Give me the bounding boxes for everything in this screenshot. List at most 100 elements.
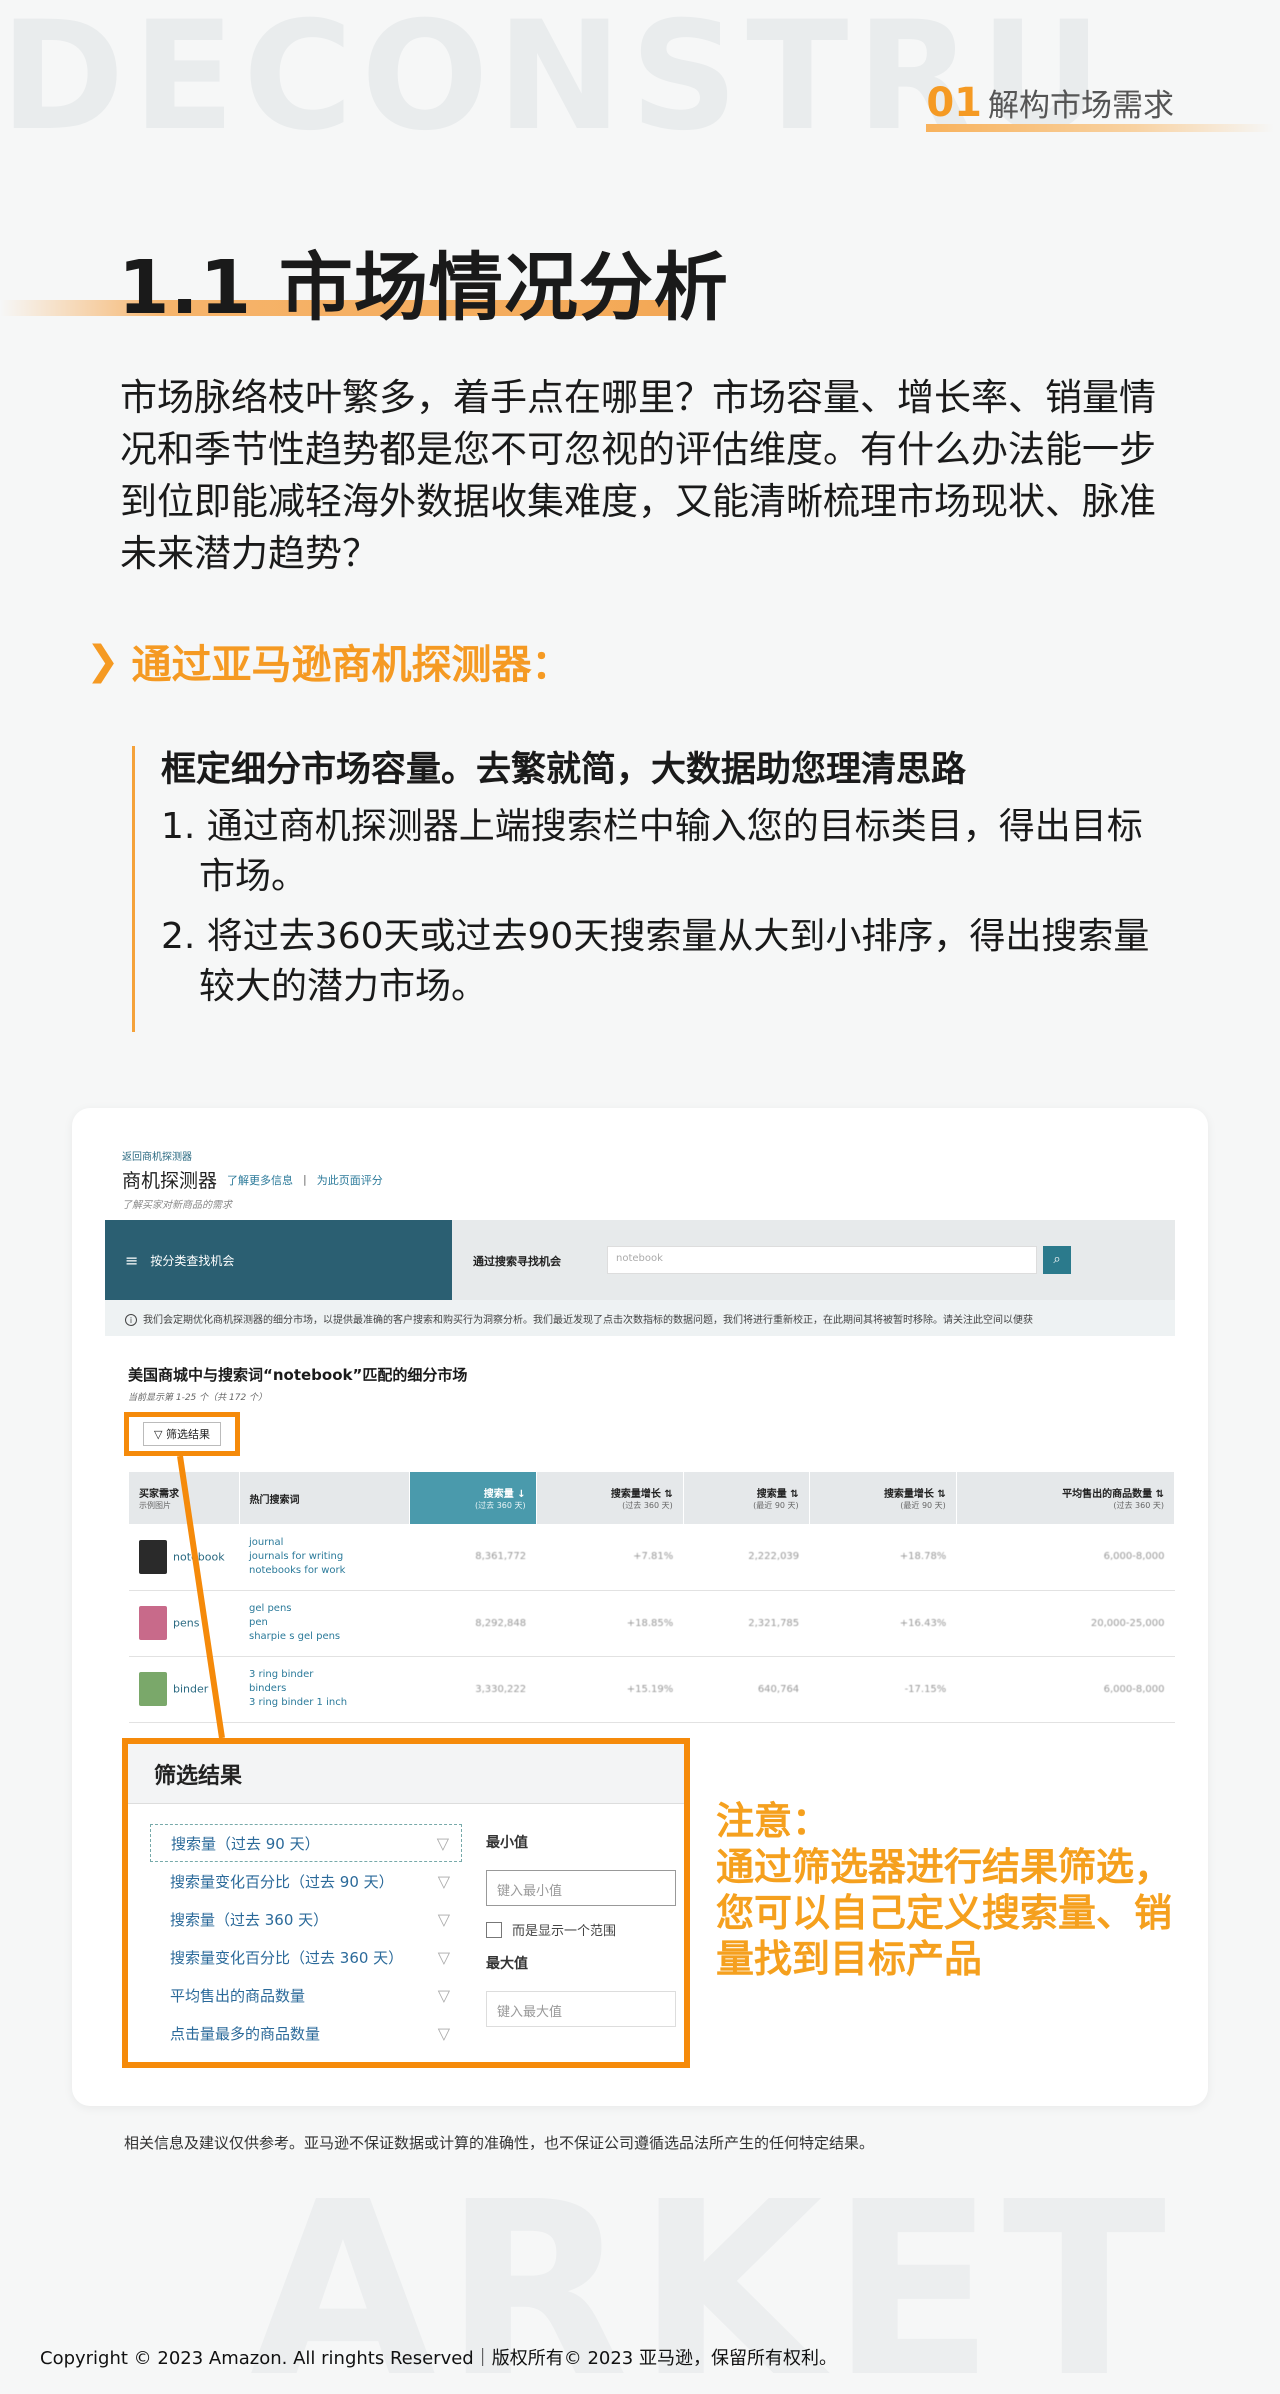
metric-cell: -17.15%	[809, 1656, 957, 1723]
column-header-sorted[interactable]: 搜索量 ↓ (过去 360 天)	[409, 1472, 537, 1524]
keyword-link[interactable]: journal	[249, 1536, 399, 1550]
keyword-link[interactable]: pen	[249, 1616, 399, 1630]
category-nav-label: 按分类查找机会	[150, 1253, 235, 1268]
filter-button-label: 筛选结果	[165, 1428, 210, 1441]
keyword-link[interactable]: sharpie s gel pens	[249, 1630, 399, 1644]
column-header[interactable]: 买家需求 示例图片	[129, 1472, 240, 1524]
search-label: 通过搜索寻找机会	[473, 1255, 561, 1268]
metric-cell: 6,000-8,000	[956, 1524, 1175, 1591]
column-header[interactable]: 搜索量 ⇅ (最近 90 天)	[683, 1472, 810, 1524]
breadcrumb[interactable]: 返回商机探测器	[122, 1148, 192, 1163]
rate-page-link[interactable]: 为此页面评分	[317, 1172, 383, 1188]
keywords-cell: journal journals for writing notebooks for…	[239, 1524, 409, 1591]
info-notice: i 我们会定期优化商机探测器的细分市场，以提供最准确的客户搜索和购买行为洞察分析。…	[105, 1300, 1175, 1336]
search-bar: ≡ 按分类查找机会 通过搜索寻找机会 notebook ⌕	[105, 1220, 1175, 1300]
metric-cell: +18.78%	[809, 1524, 957, 1591]
category-nav-button[interactable]: ≡ 按分类查找机会	[105, 1220, 452, 1300]
funnel-icon: ▽	[437, 2023, 450, 2043]
search-button[interactable]: ⌕	[1043, 1246, 1071, 1274]
table-row[interactable]: binder 3 ring binder binders 3 ring binder …	[129, 1656, 1175, 1723]
niche-link[interactable]: binder	[173, 1683, 208, 1696]
filter-option[interactable]: 点击量最多的商品数量 ▽	[150, 2014, 462, 2052]
filter-option[interactable]: 平均售出的商品数量 ▽	[150, 1976, 462, 2014]
steps-list: 1. 通过商机探测器上端搜索栏中输入您的目标类目，得出目标市场。 2. 将过去3…	[161, 802, 1172, 1012]
min-label: 最小值	[486, 1835, 528, 1851]
intro-paragraph: 市场脉络枝叶繁多，着手点在哪里？市场容量、增长率、销量情况和季节性趋势都是您不可…	[120, 376, 1156, 575]
keyword-link[interactable]: 3 ring binder	[249, 1668, 399, 1682]
filter-panel-title: 筛选结果	[128, 1744, 684, 1804]
info-icon: i	[125, 1314, 137, 1326]
notice-text: 我们会定期优化商机探测器的细分市场，以提供最准确的客户搜索和购买行为洞察分析。我…	[143, 1315, 1033, 1326]
metric-cell: +16.43%	[809, 1590, 957, 1657]
niche-link[interactable]: notebook	[173, 1550, 225, 1563]
header-separator: |	[303, 1173, 307, 1186]
metric-cell: +18.85%	[536, 1590, 684, 1657]
filter-option[interactable]: 搜索量变化百分比（过去 90 天） ▽	[150, 1862, 462, 1900]
product-thumbnail	[139, 1672, 167, 1706]
funnel-icon: ▽	[437, 1947, 450, 1967]
column-header[interactable]: 平均售出的商品数量 ⇅ (过去 360 天)	[956, 1472, 1176, 1524]
filter-options-list: 搜索量（过去 90 天） ▽ 搜索量变化百分比（过去 90 天） ▽ 搜索量（过去 …	[150, 1824, 462, 2052]
results-count: 当前显示第 1-25 个（共 172 个）	[128, 1393, 268, 1403]
keyword-link[interactable]: journals for writing	[249, 1550, 399, 1564]
keyword-link[interactable]: binders	[249, 1682, 399, 1696]
keywords-cell: gel pens pen sharpie s gel pens	[239, 1590, 409, 1657]
page-title: 1.1 市场情况分析	[118, 245, 729, 331]
note-callout: 注意： 通过筛选器进行结果筛选，您可以自己定义搜索量、销量找到目标产品	[716, 1798, 1196, 1982]
column-header[interactable]: 热门搜索词	[239, 1472, 410, 1524]
filter-option[interactable]: 搜索量变化百分比（过去 360 天） ▽	[150, 1938, 462, 1976]
keywords-cell: 3 ring binder binders 3 ring binder 1 inch	[239, 1656, 409, 1723]
niche-table: 买家需求 示例图片 热门搜索词 搜索量 ↓ (过去 360 天) 搜索量增长 ⇅ (过…	[129, 1472, 1176, 1723]
filter-range: 最小值 键入最小值 而是显示一个范围 最大值 键入最大值	[486, 1832, 676, 2041]
range-checkbox[interactable]: 而是显示一个范围	[486, 1920, 676, 1939]
funnel-icon: ▽	[437, 1909, 450, 1929]
learn-more-link[interactable]: 了解更多信息	[227, 1172, 293, 1188]
filter-panel: 筛选结果 搜索量（过去 90 天） ▽ 搜索量变化百分比（过去 90 天） ▽ 搜索…	[122, 1738, 690, 2068]
sort-icon: ⇅	[664, 1489, 673, 1500]
subheading: ❯ 通过亚马逊商机探测器：	[86, 632, 572, 690]
table-row[interactable]: pens gel pens pen sharpie s gel pens 8,292,8…	[129, 1590, 1175, 1657]
metric-cell: 8,361,772	[409, 1524, 537, 1591]
section-tag: 01 解构市场需求	[926, 80, 1274, 132]
sort-icon: ⇅	[937, 1489, 946, 1500]
metric-cell: 8,292,848	[409, 1590, 537, 1657]
section-underline	[926, 124, 1274, 132]
niche-cell: binder	[129, 1656, 239, 1723]
subheading-text: 通过亚马逊商机探测器：	[131, 642, 572, 688]
search-input[interactable]: notebook	[607, 1246, 1037, 1274]
funnel-icon: ▽	[436, 1833, 449, 1853]
table-row[interactable]: notebook journal journals for writing noteb…	[129, 1524, 1175, 1591]
filter-option[interactable]: 搜索量（过去 90 天） ▽	[150, 1824, 462, 1862]
tool-description: 了解买家对新商品的需求	[122, 1200, 232, 1211]
min-value-input[interactable]: 键入最小值	[486, 1870, 676, 1906]
keyword-link[interactable]: notebooks for work	[249, 1564, 399, 1578]
quote-block: 框定细分市场容量。去繁就简，大数据助您理清思路 1. 通过商机探测器上端搜索栏中…	[132, 746, 1172, 1032]
section-number: 01	[926, 80, 982, 126]
menu-icon: ≡	[125, 1250, 139, 1270]
metric-cell: 2,321,785	[683, 1590, 810, 1657]
keyword-link[interactable]: gel pens	[249, 1602, 399, 1616]
column-header[interactable]: 搜索量增长 ⇅ (最近 90 天)	[809, 1472, 957, 1524]
product-thumbnail	[139, 1539, 167, 1574]
screenshot-card: 返回商机探测器 商机探测器 了解更多信息 | 为此页面评分 了解买家对新商品的需…	[72, 1108, 1208, 2106]
note-body: 通过筛选器进行结果筛选，您可以自己定义搜索量、销量找到目标产品	[716, 1845, 1173, 1981]
copyright: Copyright © 2023 Amazon. All ringhts Res…	[40, 2348, 837, 2369]
column-header[interactable]: 搜索量增长 ⇅ (过去 360 天)	[536, 1472, 684, 1524]
metric-cell: 20,000-25,000	[956, 1590, 1175, 1657]
niche-link[interactable]: pens	[173, 1617, 199, 1630]
search-icon: ⌕	[1053, 1252, 1061, 1267]
max-label: 最大值	[486, 1956, 528, 1972]
table-header-row: 买家需求 示例图片 热门搜索词 搜索量 ↓ (过去 360 天) 搜索量增长 ⇅ (过…	[129, 1472, 1176, 1524]
section-label: 解构市场需求	[988, 88, 1174, 124]
niche-cell: notebook	[129, 1524, 239, 1591]
metric-cell: 640,764	[683, 1656, 810, 1723]
sort-icon: ⇅	[1155, 1489, 1164, 1500]
checkbox-icon	[486, 1921, 502, 1938]
filter-results-button[interactable]: ▽ 筛选结果	[124, 1412, 240, 1456]
sort-icon: ⇅	[790, 1489, 799, 1500]
max-value-input[interactable]: 键入最大值	[486, 1991, 676, 2027]
filter-option[interactable]: 搜索量（过去 360 天） ▽	[150, 1900, 462, 1938]
keyword-link[interactable]: 3 ring binder 1 inch	[249, 1696, 399, 1710]
step-item: 2. 将过去360天或过去90天搜索量从大到小排序，得出搜索量较大的潜力市场。	[161, 916, 1150, 1007]
metric-cell: +7.81%	[536, 1524, 684, 1591]
